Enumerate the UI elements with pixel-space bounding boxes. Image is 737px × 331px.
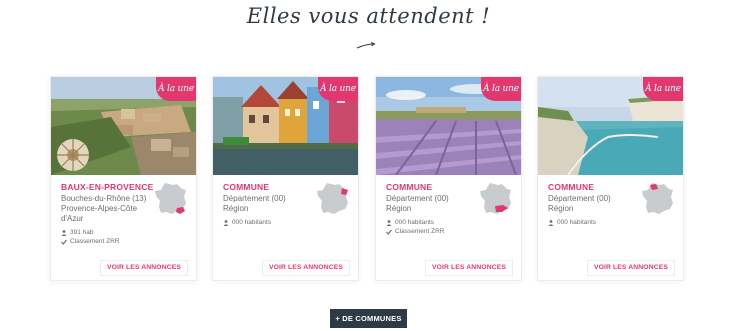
featured-badge: À la une [481, 77, 521, 101]
see-listings-button[interactable]: VOIR LES ANNONCES [100, 260, 188, 276]
person-icon [61, 229, 67, 236]
population-row: 391 hab [61, 228, 161, 237]
featured-badge: À la une [643, 77, 683, 101]
person-icon [386, 219, 392, 226]
france-map-icon [480, 183, 511, 214]
commune-name: COMMUNE [223, 182, 270, 192]
commune-card[interactable]: À la une COMMUNE Département (00) Région… [375, 76, 522, 281]
commune-card[interactable]: À la une BAUX-EN-PROVENCE Bouches-du-Rhô… [50, 76, 197, 281]
commune-name: COMMUNE [386, 182, 433, 192]
person-icon [548, 219, 554, 226]
department: Département (00) [386, 194, 449, 203]
see-listings-button[interactable]: VOIR LES ANNONCES [587, 260, 675, 276]
arrow-decoration-icon [356, 42, 376, 49]
section-heading: Elles vous attendent ! [246, 4, 491, 28]
population: 391 hab [70, 229, 94, 236]
commune-name: BAUX-EN-PROVENCE [61, 182, 154, 192]
department: Département (00) [223, 194, 286, 203]
commune-card[interactable]: À la une COMMUNE Département (00) Région… [537, 76, 684, 281]
featured-badge: À la une [318, 77, 358, 101]
population-row: 000 habitants [548, 218, 648, 227]
population-row: 000 habitants [386, 218, 486, 227]
classement-row: Classement ZRR [61, 237, 161, 246]
featured-badge: À la une [156, 77, 196, 101]
check-icon [61, 239, 67, 245]
france-map-icon [642, 183, 673, 214]
more-communes-button[interactable]: + DE COMMUNES [330, 309, 407, 328]
commune-card[interactable]: À la une COMMUNE Département (00) Région… [212, 76, 359, 281]
population: 000 habitants [395, 219, 435, 226]
see-listings-button[interactable]: VOIR LES ANNONCES [425, 260, 513, 276]
classement: Classement ZRR [70, 238, 120, 245]
population: 000 habitants [557, 219, 597, 226]
population-row: 000 habitants [223, 218, 323, 227]
classement-row: Classement ZRR [386, 227, 486, 236]
france-map-icon [317, 183, 348, 214]
region: Région [548, 204, 574, 213]
person-icon [223, 219, 229, 226]
region: Région [223, 204, 249, 213]
department: Département (00) [548, 194, 611, 203]
check-icon [386, 229, 392, 235]
population: 000 habitants [232, 219, 272, 226]
region: Provence-Alpes-Côte d'Azur [61, 204, 138, 223]
france-map-icon [155, 183, 186, 214]
region: Région [386, 204, 412, 213]
classement: Classement ZRR [395, 228, 445, 235]
see-listings-button[interactable]: VOIR LES ANNONCES [262, 260, 350, 276]
commune-name: COMMUNE [548, 182, 595, 192]
department: Bouches-du-Rhône (13) [61, 194, 147, 203]
